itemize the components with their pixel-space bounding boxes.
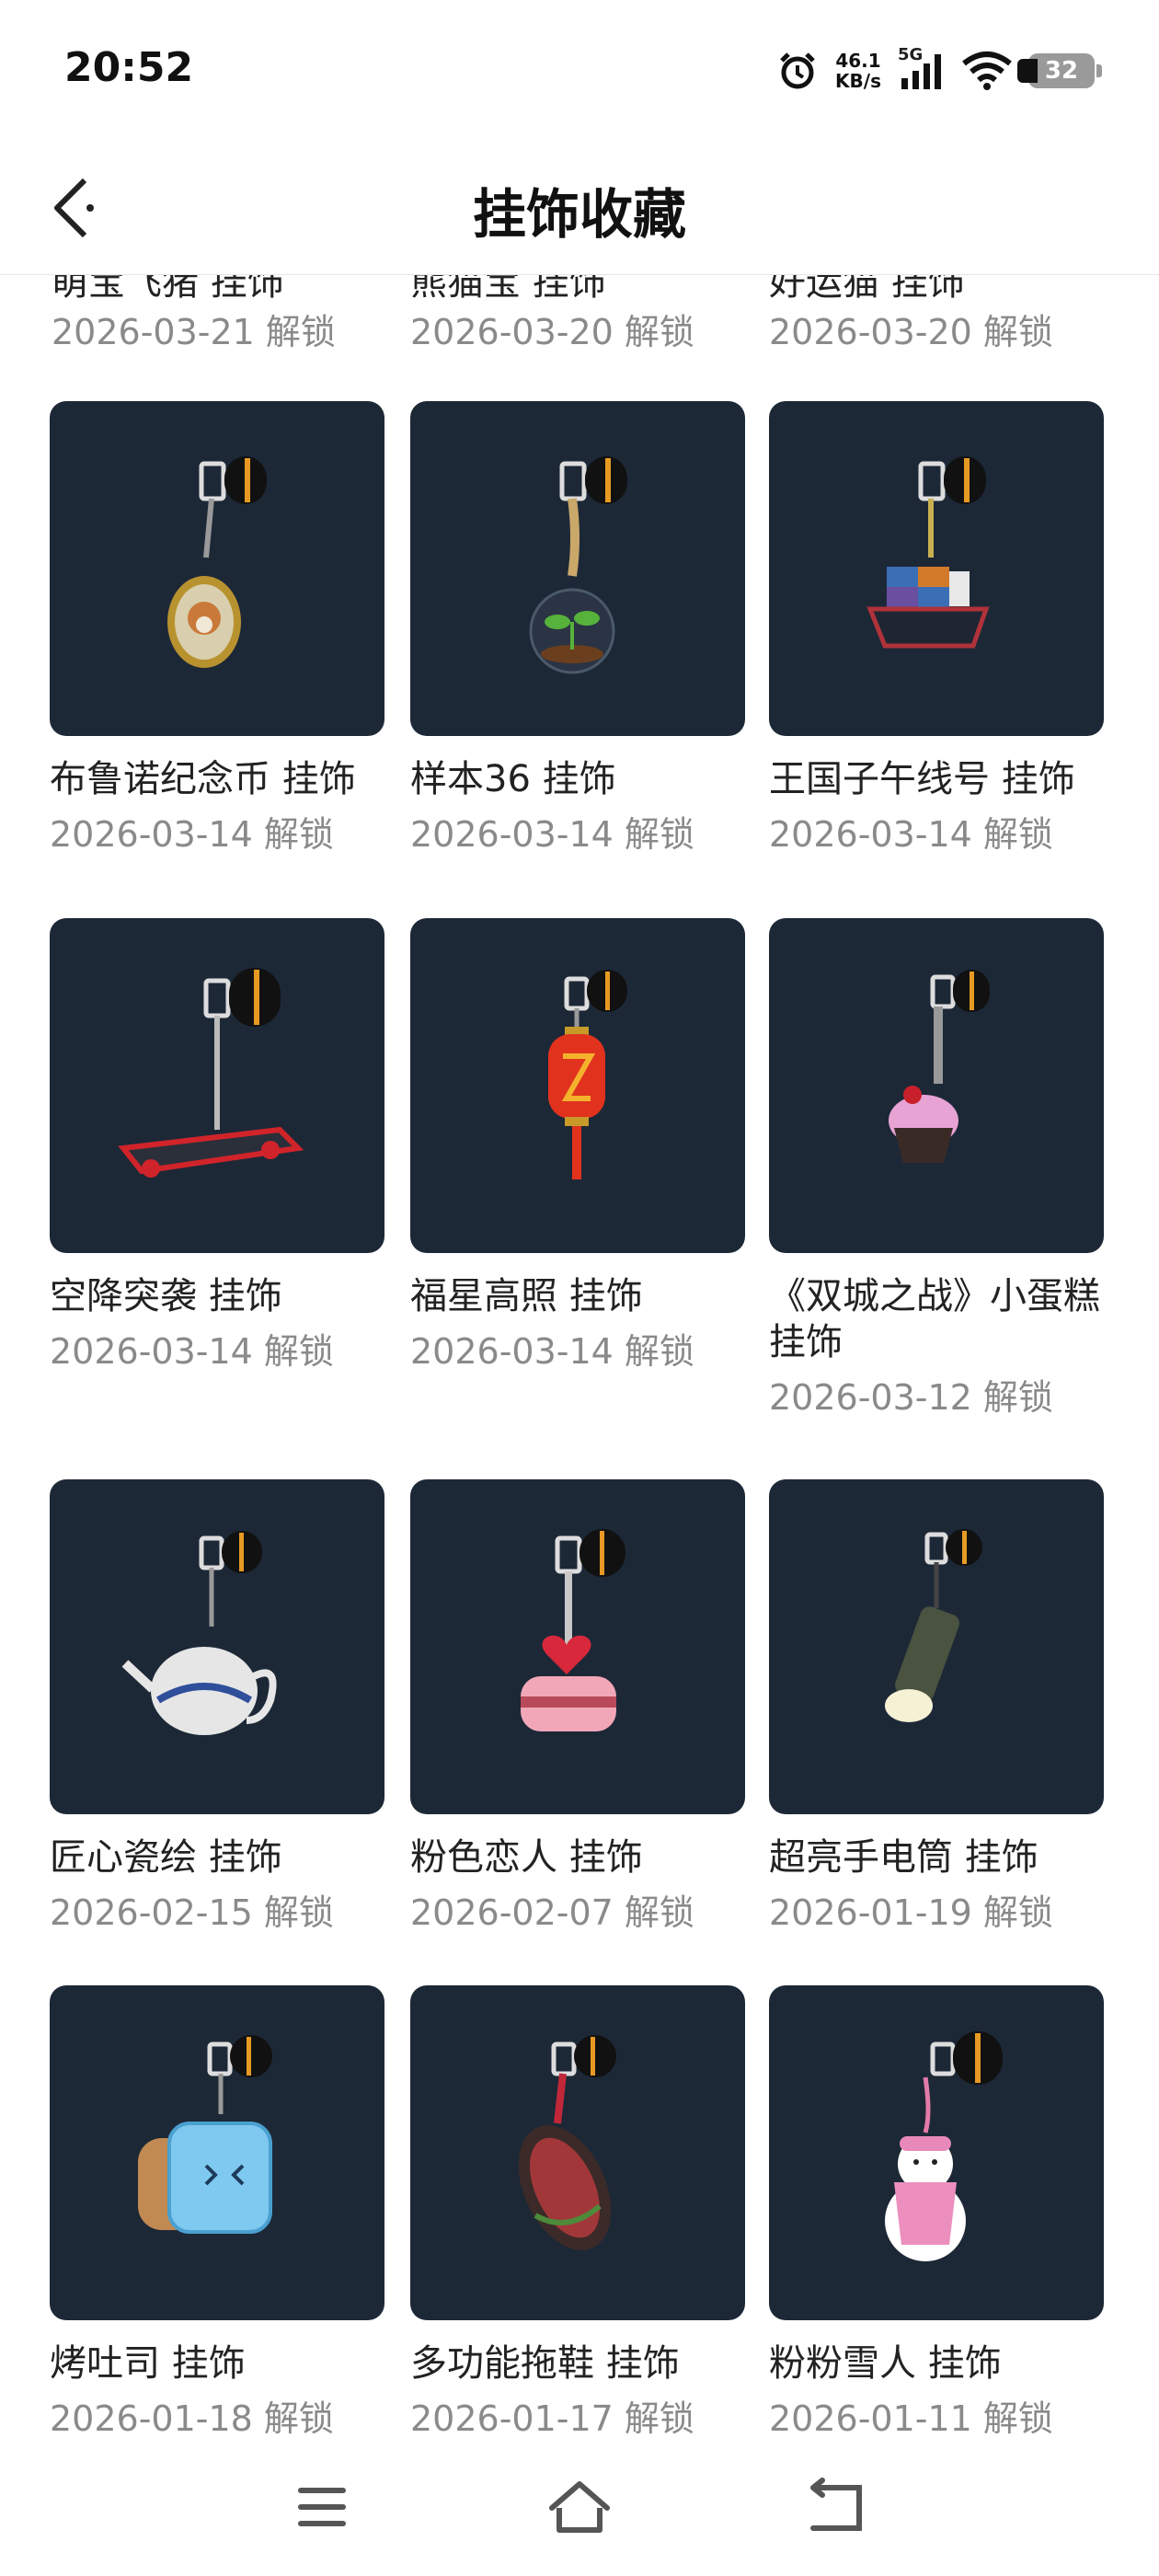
charm-card[interactable]: 布鲁诺纪念币 挂饰 2026-03-14 解锁	[50, 401, 384, 856]
red-lantern-charm-icon	[548, 970, 627, 1179]
charm-card[interactable]: 粉粉雪人 挂饰 2026-01-11 解锁	[769, 1985, 1104, 2438]
charm-card[interactable]: 烤吐司 挂饰 2026-01-18 解锁	[50, 1985, 384, 2438]
charm-thumbnail	[769, 918, 1104, 1253]
speed-unit: KB/s	[835, 70, 881, 92]
charm-name: 粉色恋人 挂饰	[410, 1836, 643, 1879]
charm-unlock-date: 2026-02-07 解锁	[410, 1892, 694, 1933]
charm-name: 福星高照 挂饰	[410, 1275, 643, 1317]
charm-unlock-date: 2026-01-11 解锁	[769, 2398, 1053, 2438]
charm-unlock-date: 2026-03-14 解锁	[50, 814, 334, 855]
charm-card[interactable]: 空降突袭 挂饰 2026-03-14 解锁	[50, 918, 384, 1373]
prev-item-name: 萌宝飞猪 挂饰	[52, 274, 284, 304]
cargo-ship-charm-icon	[866, 456, 990, 649]
prev-item-name: 好运猫 挂饰	[769, 274, 965, 304]
prev-item-date: 2026-03-20 解锁	[410, 312, 694, 352]
network-speed: 46.1 KB/s	[835, 51, 881, 91]
prev-item-name: 熊猫宝 挂饰	[410, 274, 606, 304]
status-icons: 46.1 KB/s 5G 32	[776, 45, 1102, 94]
battery-icon: 32	[1017, 53, 1102, 88]
status-time: 20:52	[64, 44, 194, 91]
prev-item-date: 2026-03-20 解锁	[769, 312, 1053, 352]
alarm-icon	[780, 52, 815, 89]
charm-thumbnail	[410, 1479, 745, 1814]
app-header: 挂饰收藏	[0, 138, 1159, 275]
charm-unlock-date: 2026-03-14 解锁	[50, 1331, 334, 1372]
hoverboard-charm-icon	[118, 968, 304, 1178]
charm-unlock-date: 2026-03-12 解锁	[769, 1377, 1053, 1418]
charm-thumbnail	[410, 918, 745, 1253]
terrarium-sprout-charm-icon	[529, 456, 627, 674]
charm-thumbnail	[410, 401, 745, 736]
charm-card[interactable]: 福星高照 挂饰 2026-03-14 解锁	[410, 918, 745, 1373]
charm-card[interactable]: 多功能拖鞋 挂饰 2026-01-17 解锁	[410, 1985, 745, 2438]
status-bar: 20:52 46.1 KB/s 5G 32	[0, 0, 1159, 138]
charm-card[interactable]: 超亮手电筒 挂饰 2026-01-19 解锁	[769, 1479, 1104, 1934]
speed-value: 46.1	[835, 50, 881, 72]
charm-unlock-date: 2026-03-14 解锁	[410, 1331, 694, 1372]
toast-charm-icon	[138, 2035, 272, 2234]
battery-level: 32	[1044, 57, 1079, 85]
menu-icon	[298, 2488, 346, 2526]
charm-grid[interactable]: 萌宝飞猪 挂饰 熊猫宝 挂饰 好运猫 挂饰 2026-03-21 解锁 2026…	[0, 274, 1159, 2438]
charm-unlock-date: 2026-03-14 解锁	[769, 814, 1053, 855]
slipper-charm-icon	[518, 2035, 616, 2250]
charm-name: 王国子午线号 挂饰	[769, 758, 1075, 800]
menu-button[interactable]	[285, 2475, 359, 2539]
charm-unlock-date: 2026-01-19 解锁	[769, 1892, 1053, 1933]
page-title: 挂饰收藏	[472, 183, 686, 246]
charm-thumbnail	[769, 1985, 1104, 2320]
charm-thumbnail	[50, 1985, 384, 2320]
charm-name: 多功能拖鞋 挂饰	[410, 2342, 680, 2385]
charm-name: 粉粉雪人 挂饰	[769, 2342, 1002, 2385]
charm-unlock-date: 2026-02-15 解锁	[50, 1892, 334, 1933]
charm-unlock-date: 2026-03-14 解锁	[410, 814, 694, 855]
prev-item-date: 2026-03-21 解锁	[52, 312, 336, 352]
charm-card[interactable]: 王国子午线号 挂饰 2026-03-14 解锁	[769, 401, 1104, 856]
back-nav-button[interactable]	[800, 2475, 874, 2539]
charm-name: 空降突袭 挂饰	[50, 1275, 282, 1317]
charm-thumbnail	[769, 1479, 1104, 1814]
signal-icon: 5G	[898, 45, 946, 91]
charm-thumbnail	[50, 401, 384, 736]
charm-name: 超亮手电筒 挂饰	[769, 1836, 1039, 1879]
charm-name: 烤吐司 挂饰	[50, 2342, 246, 2385]
charm-thumbnail	[410, 1985, 745, 2320]
back-icon	[810, 2478, 862, 2531]
charm-unlock-date: 2026-01-17 解锁	[410, 2398, 694, 2438]
corgi-coin-charm-icon	[167, 456, 267, 668]
porcelain-teapot-charm-icon	[121, 1531, 277, 1735]
cupcake-charm-icon	[889, 970, 990, 1163]
system-nav-bar	[0, 2438, 1159, 2576]
charm-card[interactable]: 样本36 挂饰 2026-03-14 解锁	[410, 401, 745, 856]
home-icon	[549, 2481, 610, 2533]
wifi-icon	[962, 52, 1012, 90]
charm-card[interactable]: 《双城之战》小蛋糕 挂饰 2026-03-12 解锁	[769, 918, 1104, 1419]
charm-thumbnail	[50, 918, 384, 1253]
charm-name: 匠心瓷绘 挂饰	[50, 1836, 282, 1879]
charm-name: 样本36 挂饰	[410, 758, 616, 800]
charm-card[interactable]: 粉色恋人 挂饰 2026-02-07 解锁	[410, 1479, 745, 1934]
pink-snowman-charm-icon	[885, 2031, 1003, 2261]
charm-name: 布鲁诺纪念币 挂饰	[50, 758, 356, 800]
flashlight-charm-icon	[885, 1529, 982, 1722]
charm-thumbnail	[50, 1479, 384, 1814]
charm-card[interactable]: 匠心瓷绘 挂饰 2026-02-15 解锁	[50, 1479, 384, 1934]
charm-thumbnail	[769, 401, 1104, 736]
charm-name: 《双城之战》小蛋糕 挂饰	[769, 1275, 1100, 1363]
heart-cake-charm-icon	[521, 1529, 625, 1731]
charm-unlock-date: 2026-01-18 解锁	[50, 2398, 334, 2438]
home-button[interactable]	[543, 2475, 616, 2539]
